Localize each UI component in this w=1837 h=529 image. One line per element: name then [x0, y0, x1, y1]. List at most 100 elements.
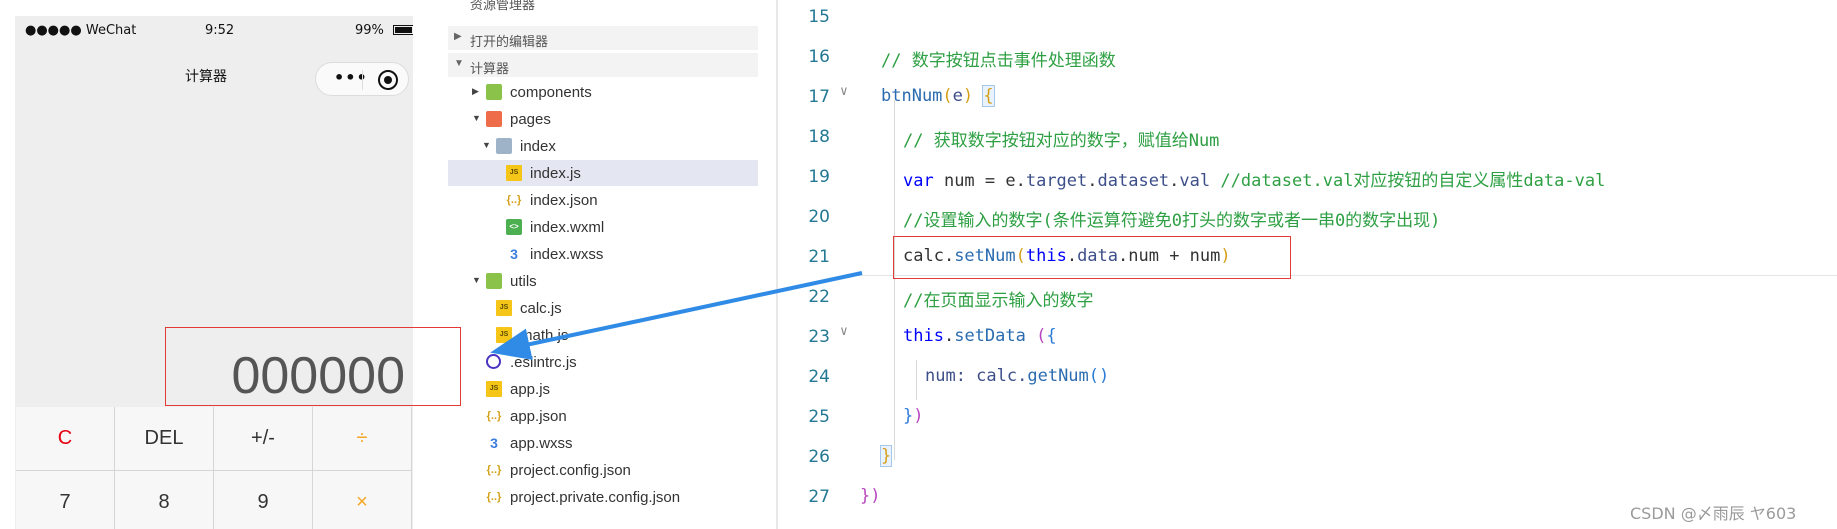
tree-item-label: pages — [510, 111, 551, 128]
code-token: ( — [1036, 326, 1047, 346]
tree-item-math-js[interactable]: JS math.js — [448, 322, 758, 348]
code-line: 19 var num = e.target.dataset.val //data… — [778, 156, 1837, 196]
status-time: 9:52 — [205, 23, 235, 38]
chevron-right-icon: ▶ — [472, 86, 479, 96]
code-text: num: calc.getNum() — [925, 366, 1109, 386]
chevron-down-icon: ▼ — [482, 140, 491, 150]
tree-item-app-wxss[interactable]: 3 app.wxss — [448, 430, 758, 456]
code-comment: // 获取数字按钮对应的数字，赋值给Num — [903, 131, 1220, 151]
code-token: ( — [942, 86, 953, 106]
code-line: 23 ∨ this.setData ({ — [778, 316, 1837, 356]
sign-toggle-key[interactable]: +/- — [214, 407, 313, 471]
code-comment: //dataset.val对应按钮的自定义属性data-val — [1210, 171, 1606, 191]
line-number: 18 — [808, 127, 830, 147]
close-target-icon[interactable] — [378, 70, 398, 90]
tree-item-calc-js[interactable]: JS calc.js — [448, 295, 758, 321]
fold-chevron-icon[interactable]: ∨ — [840, 324, 848, 339]
divide-key[interactable]: ÷ — [313, 407, 412, 471]
code-token: dataset — [1097, 171, 1170, 191]
tree-item-project-private-config[interactable]: {..} project.private.config.json — [448, 484, 758, 510]
code-token: . — [1087, 171, 1098, 191]
code-token: { — [1046, 326, 1057, 346]
code-token: val — [1179, 171, 1211, 191]
code-token: } — [879, 445, 893, 467]
line-number: 24 — [808, 367, 830, 387]
json-file-icon: {..} — [486, 410, 502, 422]
digit-9-key[interactable]: 9 — [214, 471, 313, 529]
tree-item-utils[interactable]: ▼ utils — [448, 268, 758, 294]
code-line: 16 // 数字按钮点击事件处理函数 — [778, 36, 1837, 76]
line-number: 19 — [808, 167, 830, 187]
tree-item-label: index.wxss — [530, 246, 604, 263]
folder-icon — [486, 84, 502, 100]
json-file-icon: {..} — [506, 194, 522, 206]
line-number: 22 — [808, 287, 830, 307]
line-number: 23 — [808, 327, 830, 347]
tree-item-index-wxss[interactable]: 3 index.wxss — [448, 241, 758, 267]
code-token: btnNum — [881, 86, 943, 106]
section-project[interactable]: ▼ 计算器 — [448, 53, 758, 77]
code-token: getNum — [1027, 366, 1089, 386]
tree-item-pages[interactable]: ▼ pages — [448, 106, 758, 132]
wxss-file-icon: 3 — [490, 435, 498, 451]
tree-item-label: index.wxml — [530, 219, 605, 236]
tree-item-label: index — [520, 138, 556, 155]
tree-item-index-folder[interactable]: ▼ index — [448, 133, 758, 159]
tree-item-label: app.json — [510, 408, 567, 425]
delete-key[interactable]: DEL — [115, 407, 214, 471]
code-token: { — [982, 85, 995, 107]
line-number: 21 — [808, 247, 830, 267]
digit-7-key[interactable]: 7 — [16, 471, 115, 529]
code-comment: // 数字按钮点击事件处理函数 — [881, 51, 1116, 71]
code-text: this.setData ({ — [903, 326, 1057, 346]
tree-item-label: index.js — [530, 165, 581, 182]
code-token: this — [903, 326, 944, 346]
tree-item-components[interactable]: ▶ components — [448, 79, 758, 105]
tree-item-index-json[interactable]: {..} index.json — [448, 187, 758, 213]
tree-item-label: project.private.config.json — [510, 489, 681, 506]
file-explorer: 资源管理器 ··· ▶ 打开的编辑器 ▼ 计算器 ▶ components ▼ … — [448, 0, 758, 529]
code-comment: //设置输入的数字(条件运算符避免0打头的数字或者一串0的数字出现) — [903, 211, 1441, 231]
json-file-icon: {..} — [486, 491, 502, 503]
menu-capsule[interactable]: ••• — [315, 62, 409, 96]
eslint-icon — [486, 354, 501, 369]
code-token: var — [903, 171, 934, 191]
tree-item-label: index.json — [530, 192, 598, 209]
tree-item-label: project.config.json — [510, 462, 631, 479]
tree-item-project-config[interactable]: {..} project.config.json — [448, 457, 758, 483]
code-line: 24 num: calc.getNum() — [778, 356, 1837, 396]
code-line: 20 //设置输入的数字(条件运算符避免0打头的数字或者一串0的数字出现) — [778, 196, 1837, 236]
code-comment: //在页面显示输入的数字 — [903, 291, 1094, 311]
fold-chevron-icon[interactable]: ∨ — [840, 84, 848, 99]
tree-item-label: calc.js — [520, 300, 562, 317]
section-open-editors[interactable]: ▶ 打开的编辑器 — [448, 26, 758, 50]
section-label: 打开的编辑器 — [470, 34, 549, 49]
line-number: 15 — [808, 7, 830, 27]
folder-icon — [486, 273, 502, 289]
code-line: 18 // 获取数字按钮对应的数字，赋值给Num — [778, 116, 1837, 156]
tree-item-label: .eslintrc.js — [510, 354, 577, 371]
tree-item-app-json[interactable]: {..} app.json — [448, 403, 758, 429]
tree-item-label: utils — [510, 273, 537, 290]
section-label: 计算器 — [470, 61, 510, 76]
tree-item-label: app.js — [510, 381, 551, 398]
more-icon[interactable]: ··· — [720, 0, 736, 8]
tree-item-index-wxml[interactable]: <> index.wxml — [448, 214, 758, 240]
chevron-down-icon: ▼ — [454, 58, 464, 69]
display-highlight-box — [165, 327, 461, 406]
digit-8-key[interactable]: 8 — [115, 471, 214, 529]
tree-item-eslintrc[interactable]: .eslintrc.js — [448, 349, 758, 375]
tree-item-app-js[interactable]: JS app.js — [448, 376, 758, 402]
code-line: 26 } — [778, 436, 1837, 476]
clear-key[interactable]: C — [16, 407, 115, 471]
line-number: 17 — [808, 87, 830, 107]
code-token: . — [1169, 171, 1180, 191]
code-token: target — [1025, 171, 1088, 191]
multiply-key[interactable]: × — [313, 471, 412, 529]
tree-item-index-js[interactable]: JS index.js — [448, 160, 758, 186]
code-text: var num = e.target.dataset.val //dataset… — [903, 166, 1605, 191]
nav-bar: 计算器 ••• — [15, 46, 413, 102]
tree-item-label: components — [510, 84, 592, 101]
code-token: } — [903, 406, 914, 426]
